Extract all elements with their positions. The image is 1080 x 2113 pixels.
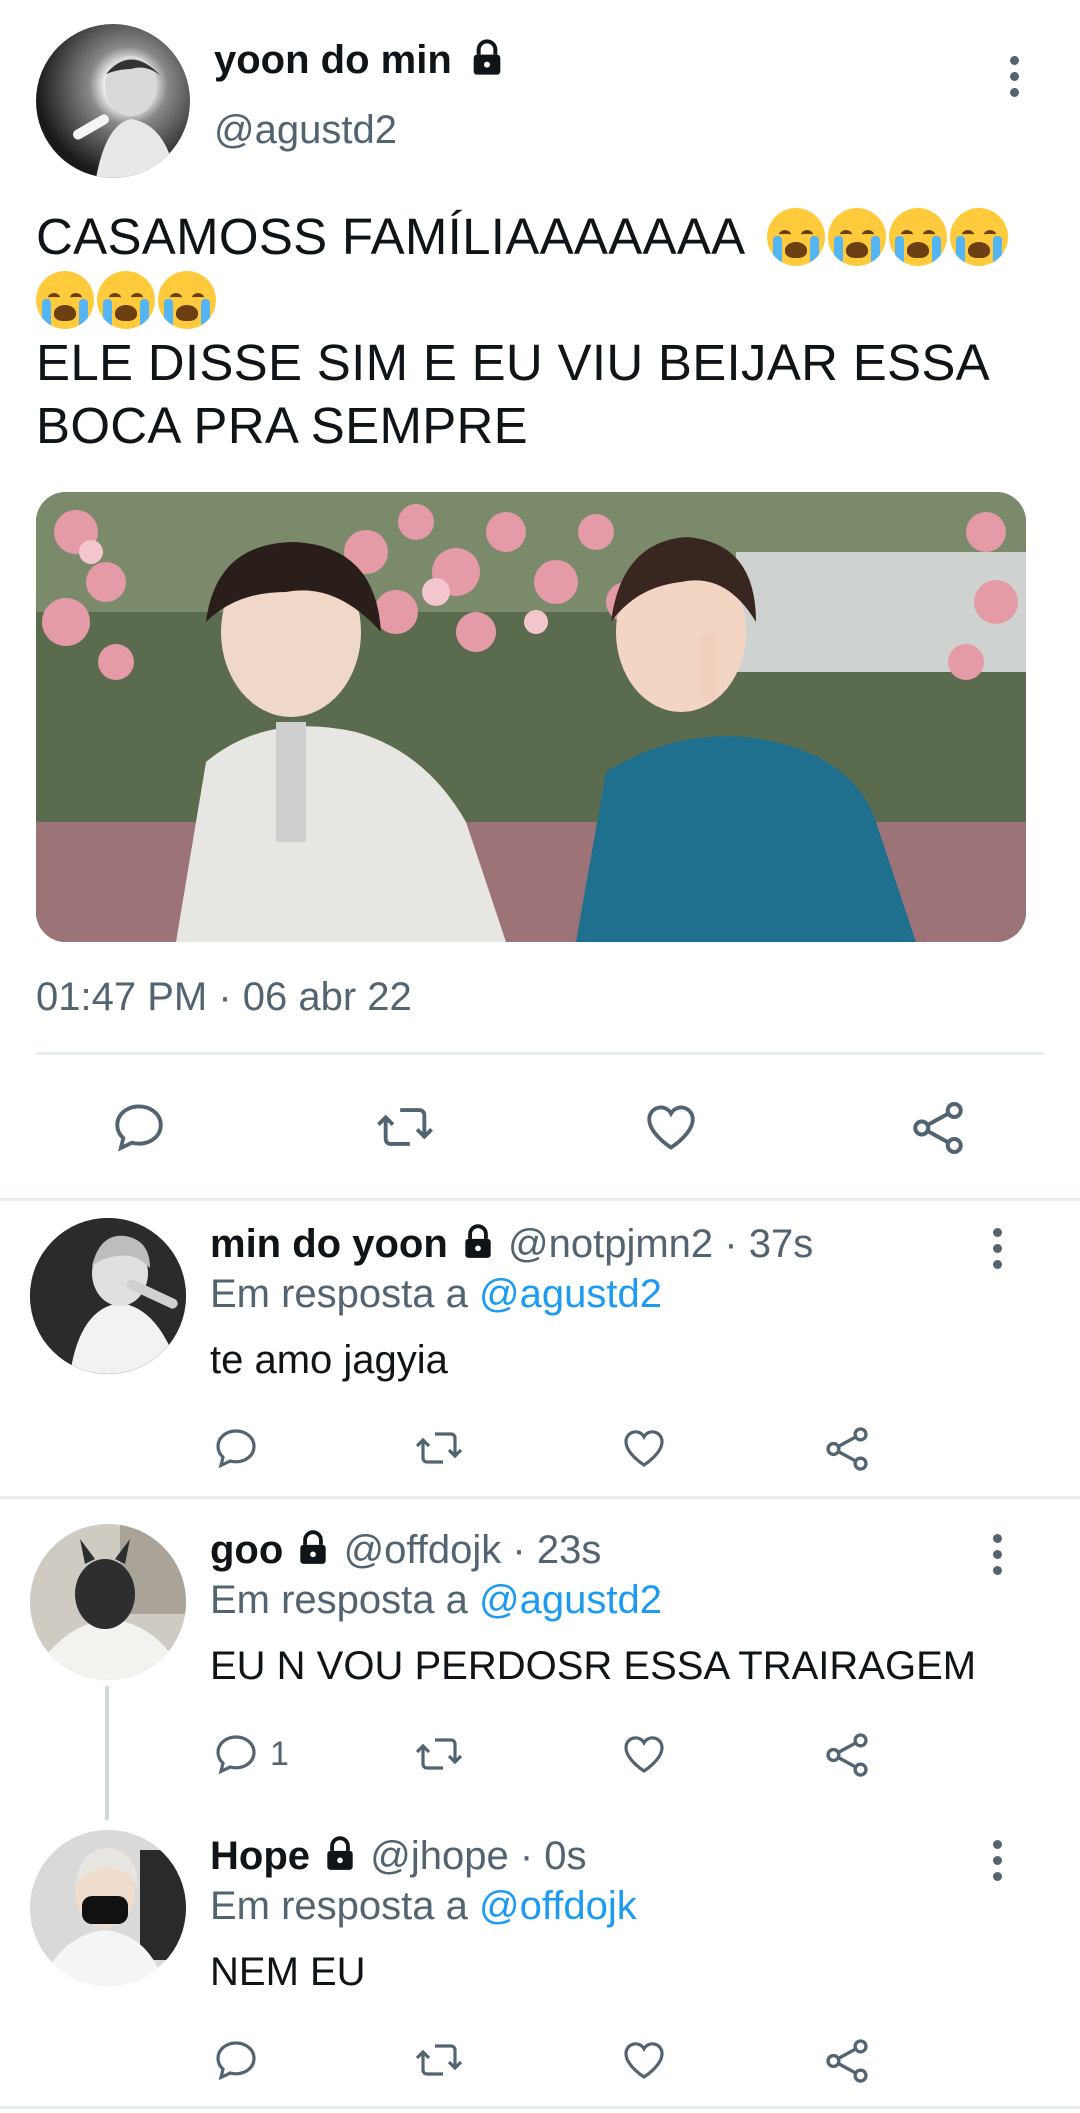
like-icon bbox=[624, 1430, 664, 1467]
media-photo bbox=[36, 492, 1026, 942]
section-divider bbox=[0, 1198, 1080, 1201]
lock-icon bbox=[300, 1530, 327, 1565]
avatar[interactable] bbox=[30, 1524, 186, 1680]
more-options-icon[interactable] bbox=[985, 1534, 1009, 1575]
loudly-crying-face-icon bbox=[828, 208, 887, 266]
tweet-text-line-3: ELE DISSE SIM E EU VIU BEIJAR ESSA bbox=[36, 334, 990, 391]
like-icon bbox=[624, 1736, 664, 1773]
loudly-crying-face-icon bbox=[158, 271, 216, 329]
reply-icon bbox=[216, 2041, 256, 2081]
retweet-button[interactable] bbox=[412, 1730, 466, 1778]
section-divider bbox=[0, 1496, 1080, 1499]
share-button[interactable] bbox=[908, 1098, 968, 1158]
tweet-media-image[interactable] bbox=[36, 492, 1026, 942]
reply-count: 1 bbox=[270, 1734, 289, 1773]
author-avatar[interactable] bbox=[36, 24, 190, 178]
share-icon bbox=[826, 1733, 868, 1777]
reply-to-link[interactable]: @agustd2 bbox=[479, 1578, 662, 1622]
avatar-photo bbox=[73, 56, 176, 178]
like-button[interactable] bbox=[619, 2036, 669, 2084]
retweet-icon bbox=[415, 2044, 463, 2076]
retweet-icon bbox=[415, 1432, 463, 1464]
avatar[interactable] bbox=[30, 1830, 186, 1986]
reply-icon bbox=[216, 1735, 256, 1775]
reply-context-label: Em resposta a bbox=[210, 1578, 468, 1622]
reply-icon bbox=[115, 1104, 163, 1152]
like-icon bbox=[624, 2042, 664, 2079]
loudly-crying-face-icon bbox=[36, 271, 94, 329]
reply-context-label: Em resposta a bbox=[210, 1272, 468, 1316]
thread-line bbox=[105, 1686, 109, 1820]
reply-text: NEM EU bbox=[210, 1950, 366, 1994]
author-handle[interactable]: @agustd2 bbox=[214, 108, 397, 153]
reply-to-link[interactable]: @agustd2 bbox=[479, 1272, 662, 1316]
more-options-icon[interactable] bbox=[985, 1840, 1009, 1881]
reply-icon bbox=[216, 1429, 256, 1469]
share-button[interactable] bbox=[822, 1424, 872, 1474]
loudly-crying-face-icon bbox=[97, 271, 155, 329]
more-options-icon[interactable] bbox=[1002, 56, 1026, 97]
section-divider bbox=[0, 2106, 1080, 2109]
author-display-name[interactable]: yoon do min bbox=[214, 38, 452, 82]
reply-button[interactable] bbox=[110, 1098, 168, 1156]
loudly-crying-face-icon bbox=[889, 208, 948, 266]
reply-handle-time[interactable]: @notpjmn2 · 37s bbox=[508, 1222, 813, 1266]
lock-icon bbox=[465, 1224, 491, 1259]
avatar-photo bbox=[30, 1524, 186, 1680]
share-button[interactable] bbox=[822, 1730, 872, 1780]
share-icon bbox=[826, 1427, 868, 1471]
reply-handle-time[interactable]: @jhope · 0s bbox=[370, 1834, 586, 1878]
reply-button[interactable] bbox=[212, 1424, 270, 1472]
reply-context-label: Em resposta a bbox=[210, 1884, 468, 1928]
tweet-text-line-4: BOCA PRA SEMPRE bbox=[36, 397, 528, 454]
share-button[interactable] bbox=[822, 2036, 872, 2086]
retweet-button[interactable] bbox=[412, 1424, 466, 1472]
retweet-icon bbox=[415, 1738, 463, 1770]
retweet-button[interactable] bbox=[412, 2036, 466, 2084]
share-icon bbox=[826, 2039, 868, 2083]
emoji-group-2 bbox=[36, 268, 1046, 331]
like-button[interactable] bbox=[619, 1424, 669, 1472]
like-button[interactable] bbox=[641, 1098, 701, 1156]
reply-display-name[interactable]: min do yoon bbox=[210, 1222, 448, 1266]
reply-button[interactable] bbox=[212, 2036, 270, 2084]
retweet-icon bbox=[377, 1108, 433, 1146]
avatar-photo bbox=[30, 1830, 186, 1986]
share-icon bbox=[913, 1102, 963, 1154]
reply-to-link[interactable]: @offdojk bbox=[479, 1884, 637, 1928]
tweet-timestamp[interactable]: 01:47 PM · 06 abr 22 bbox=[36, 975, 412, 1020]
reply-display-name[interactable]: goo bbox=[210, 1528, 283, 1572]
avatar-photo bbox=[30, 1218, 186, 1374]
lock-icon bbox=[327, 1836, 353, 1871]
loudly-crying-face-icon bbox=[767, 208, 826, 266]
timestamp-divider bbox=[36, 1052, 1044, 1055]
reply-button[interactable]: 1 bbox=[212, 1730, 289, 1778]
reply-text: te amo jagyia bbox=[210, 1338, 448, 1382]
reply-text: EU N VOU PERDOSR ESSA TRAIRAGEM bbox=[210, 1644, 977, 1688]
avatar[interactable] bbox=[30, 1218, 186, 1374]
tweet-text: CASAMOSS FAMÍLIAAAAAAA ELE DISSE SIM E E… bbox=[36, 205, 1046, 457]
more-options-icon[interactable] bbox=[985, 1228, 1009, 1269]
reply-display-name[interactable]: Hope bbox=[210, 1834, 310, 1878]
lock-icon bbox=[473, 39, 501, 76]
reply-handle-time[interactable]: @offdojk · 23s bbox=[344, 1528, 602, 1572]
like-icon bbox=[647, 1105, 695, 1150]
loudly-crying-face-icon bbox=[950, 208, 1009, 266]
tweet-text-line-1: CASAMOSS FAMÍLIAAAAAAA bbox=[36, 208, 743, 265]
emoji-group-1 bbox=[767, 208, 1011, 266]
like-button[interactable] bbox=[619, 1730, 669, 1778]
retweet-button[interactable] bbox=[373, 1098, 437, 1156]
